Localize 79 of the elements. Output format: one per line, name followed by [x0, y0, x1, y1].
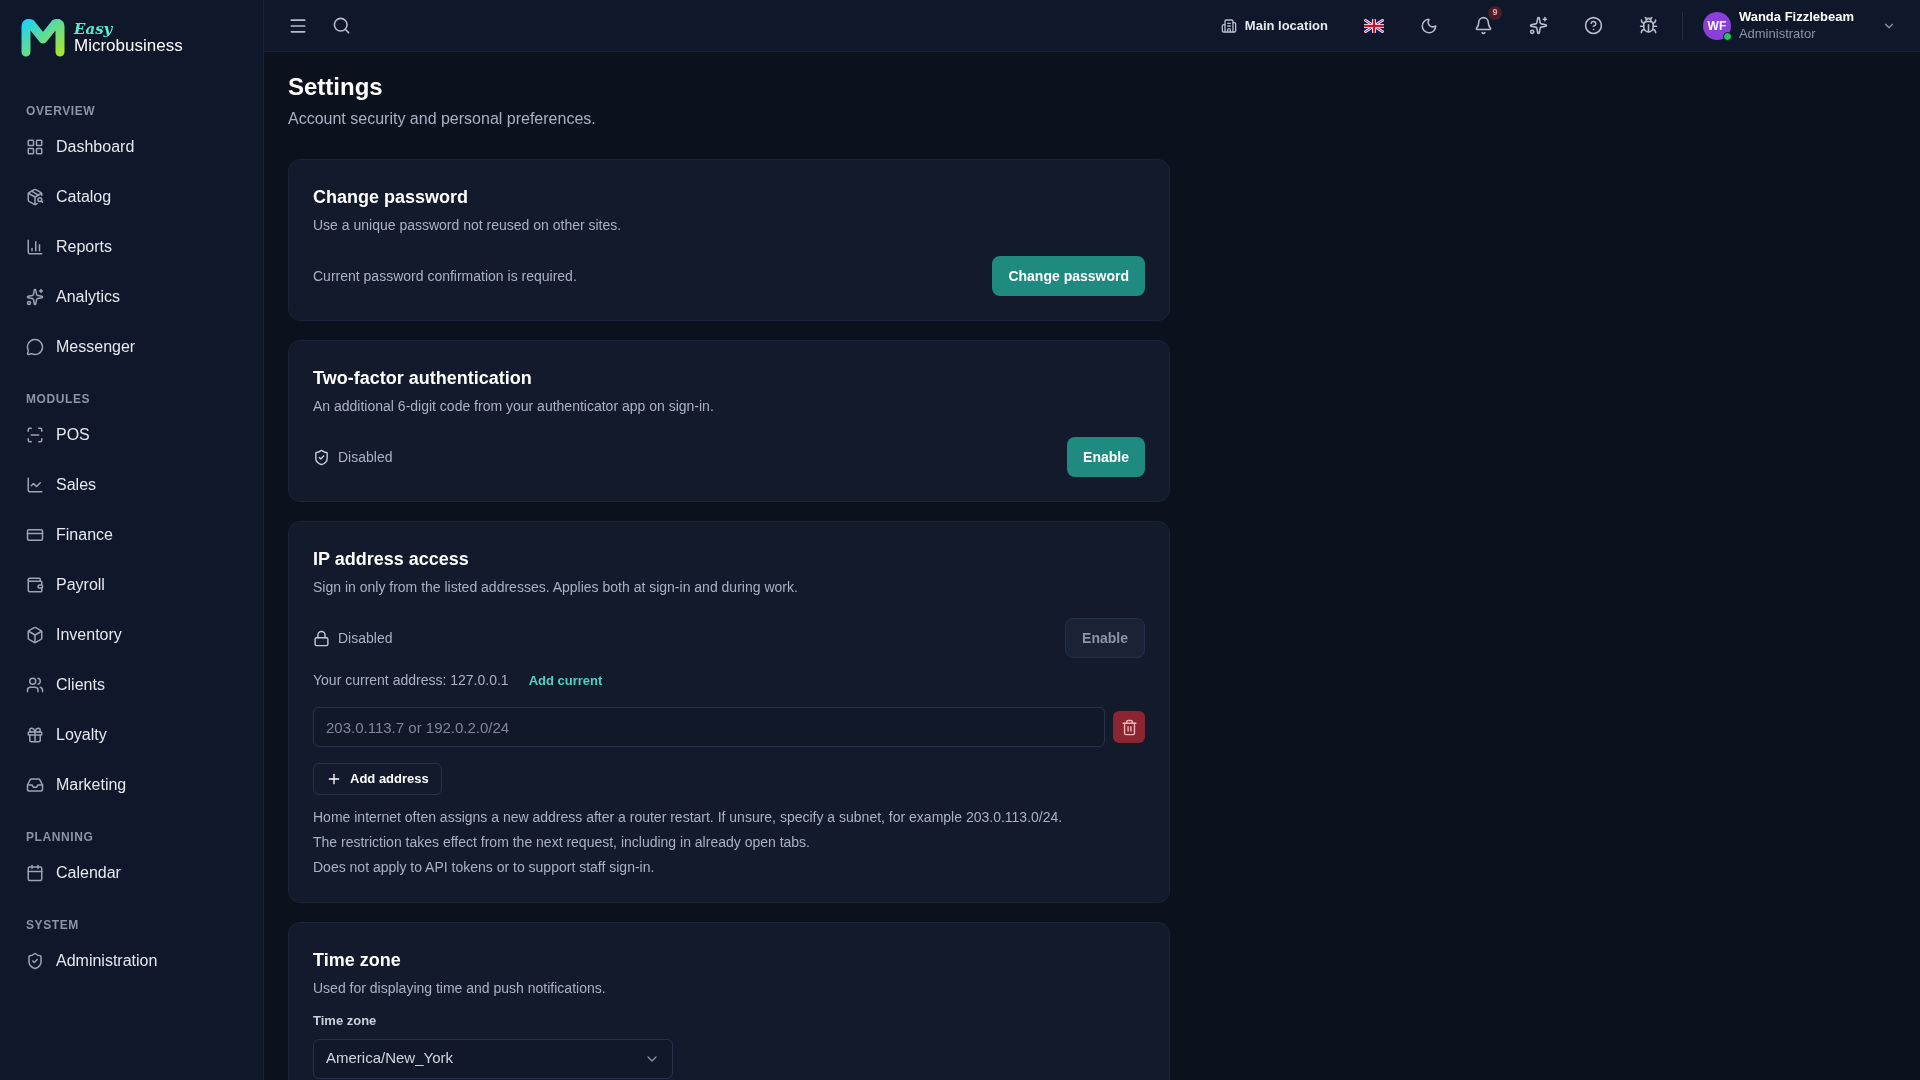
- trash-icon: [1120, 718, 1138, 736]
- card-icon: [26, 526, 44, 544]
- search-icon[interactable]: [332, 16, 351, 35]
- section-heading: OVERVIEW: [26, 103, 97, 120]
- shield-icon: [313, 448, 330, 466]
- sidebar-item[interactable]: Analytics: [26, 272, 237, 322]
- notification-badge: 9: [1487, 6, 1502, 20]
- moon-icon[interactable]: [1419, 16, 1438, 35]
- users-icon: [26, 676, 44, 694]
- sidebar-item[interactable]: Inventory: [26, 610, 237, 660]
- brand-name: Microbusiness: [74, 37, 183, 54]
- lock-icon: [313, 629, 330, 647]
- scan-icon: [26, 426, 44, 444]
- card-description: An additional 6-digit code from your authenticator app on sign-in.: [313, 397, 715, 416]
- status-text: Disabled: [338, 628, 393, 648]
- logo-icon: [20, 19, 66, 57]
- sidebar-item[interactable]: Administration: [26, 936, 237, 986]
- bell-icon[interactable]: [1473, 16, 1493, 35]
- note-text: The restriction takes effect from the next request, including in already open tabs.: [313, 833, 811, 852]
- page-subtitle: Account security and personal preferences.: [288, 109, 597, 129]
- note-text: Does not apply to API tokens or to support staff sign-in.: [313, 858, 656, 877]
- timezone-select[interactable]: America/New_York: [313, 1038, 673, 1079]
- grid-icon: [26, 138, 44, 156]
- card-title: Change password: [313, 186, 470, 209]
- wallet-icon: [26, 576, 44, 594]
- sidebar-item[interactable]: POS: [26, 410, 237, 460]
- current-address-text: Your current address: 127.0.0.1: [313, 671, 509, 690]
- sidebar-item[interactable]: Finance: [26, 510, 237, 560]
- box-icon: [26, 626, 44, 644]
- sidebar-item[interactable]: Marketing: [26, 760, 237, 810]
- avatar: WF: [1702, 11, 1731, 40]
- sidebar-item[interactable]: Dashboard: [26, 122, 237, 172]
- card-title: Two-factor authentication: [313, 367, 533, 390]
- note-text: Current password confirmation is required.: [313, 266, 577, 286]
- brand-tagline: Easy: [74, 22, 114, 37]
- shield-icon: [26, 952, 44, 970]
- sparkles-icon: [26, 288, 44, 306]
- page-title: Settings: [288, 72, 384, 102]
- sidebar-item[interactable]: Messenger: [26, 322, 237, 372]
- field-label: Time zone: [313, 1012, 378, 1030]
- card-title: IP address access: [313, 548, 470, 571]
- sidebar-item[interactable]: Sales: [26, 460, 237, 510]
- address-input[interactable]: 203.0.113.7 or 192.0.2.0/24: [313, 707, 1105, 747]
- calendar-icon: [26, 864, 44, 882]
- sidebar-item[interactable]: Payroll: [26, 560, 237, 610]
- bar-chart-icon: [26, 238, 44, 256]
- flag-icon[interactable]: [1363, 18, 1384, 33]
- card-description: Used for displaying time and push notifications.: [313, 979, 607, 998]
- bug-icon[interactable]: [1638, 16, 1658, 35]
- sidebar-item[interactable]: Reports: [26, 222, 237, 272]
- sidebar-item[interactable]: Catalog: [26, 172, 237, 222]
- section-heading: SYSTEM: [26, 917, 80, 934]
- inbox-icon: [26, 776, 44, 794]
- add-current-link[interactable]: Add current: [528, 670, 603, 691]
- section-heading: MODULES: [26, 391, 92, 408]
- card-title: Time zone: [313, 949, 402, 972]
- help-icon[interactable]: [1583, 16, 1603, 35]
- section-heading: PLANNING: [26, 829, 95, 846]
- line-chart-icon: [26, 476, 44, 494]
- plus-icon: [326, 771, 342, 787]
- sidebar-item[interactable]: Clients: [26, 660, 237, 710]
- user-role: Administrator: [1738, 25, 1816, 42]
- sidebar-item[interactable]: Loyalty: [26, 710, 237, 760]
- user-name: Wanda Fizzlebeam: [1738, 9, 1854, 26]
- chat-icon: [26, 338, 44, 356]
- enable-button[interactable]: Enable: [1067, 437, 1145, 477]
- location-button[interactable]: Main location: [1220, 15, 1328, 36]
- note-text: Home internet often assigns a new address after a router restart. If unsure, specify a subnet, for example 203.0.113.0/24.: [313, 808, 1064, 827]
- sidebar-item[interactable]: Calendar: [26, 848, 237, 898]
- gift-icon: [26, 726, 44, 744]
- add-address-button[interactable]: Add address: [313, 763, 442, 795]
- box-search-icon: [26, 188, 44, 206]
- change-password-button[interactable]: Change password: [992, 256, 1145, 296]
- delete-button[interactable]: [1113, 711, 1145, 743]
- card-description: Use a unique password not reused on other sites.: [313, 216, 623, 235]
- status-text: Disabled: [338, 447, 393, 467]
- sparkles-icon[interactable]: [1528, 16, 1548, 35]
- card-description: Sign in only from the listed addresses. Applies both at sign-in and during work.: [313, 578, 799, 597]
- building-icon: [1220, 17, 1237, 34]
